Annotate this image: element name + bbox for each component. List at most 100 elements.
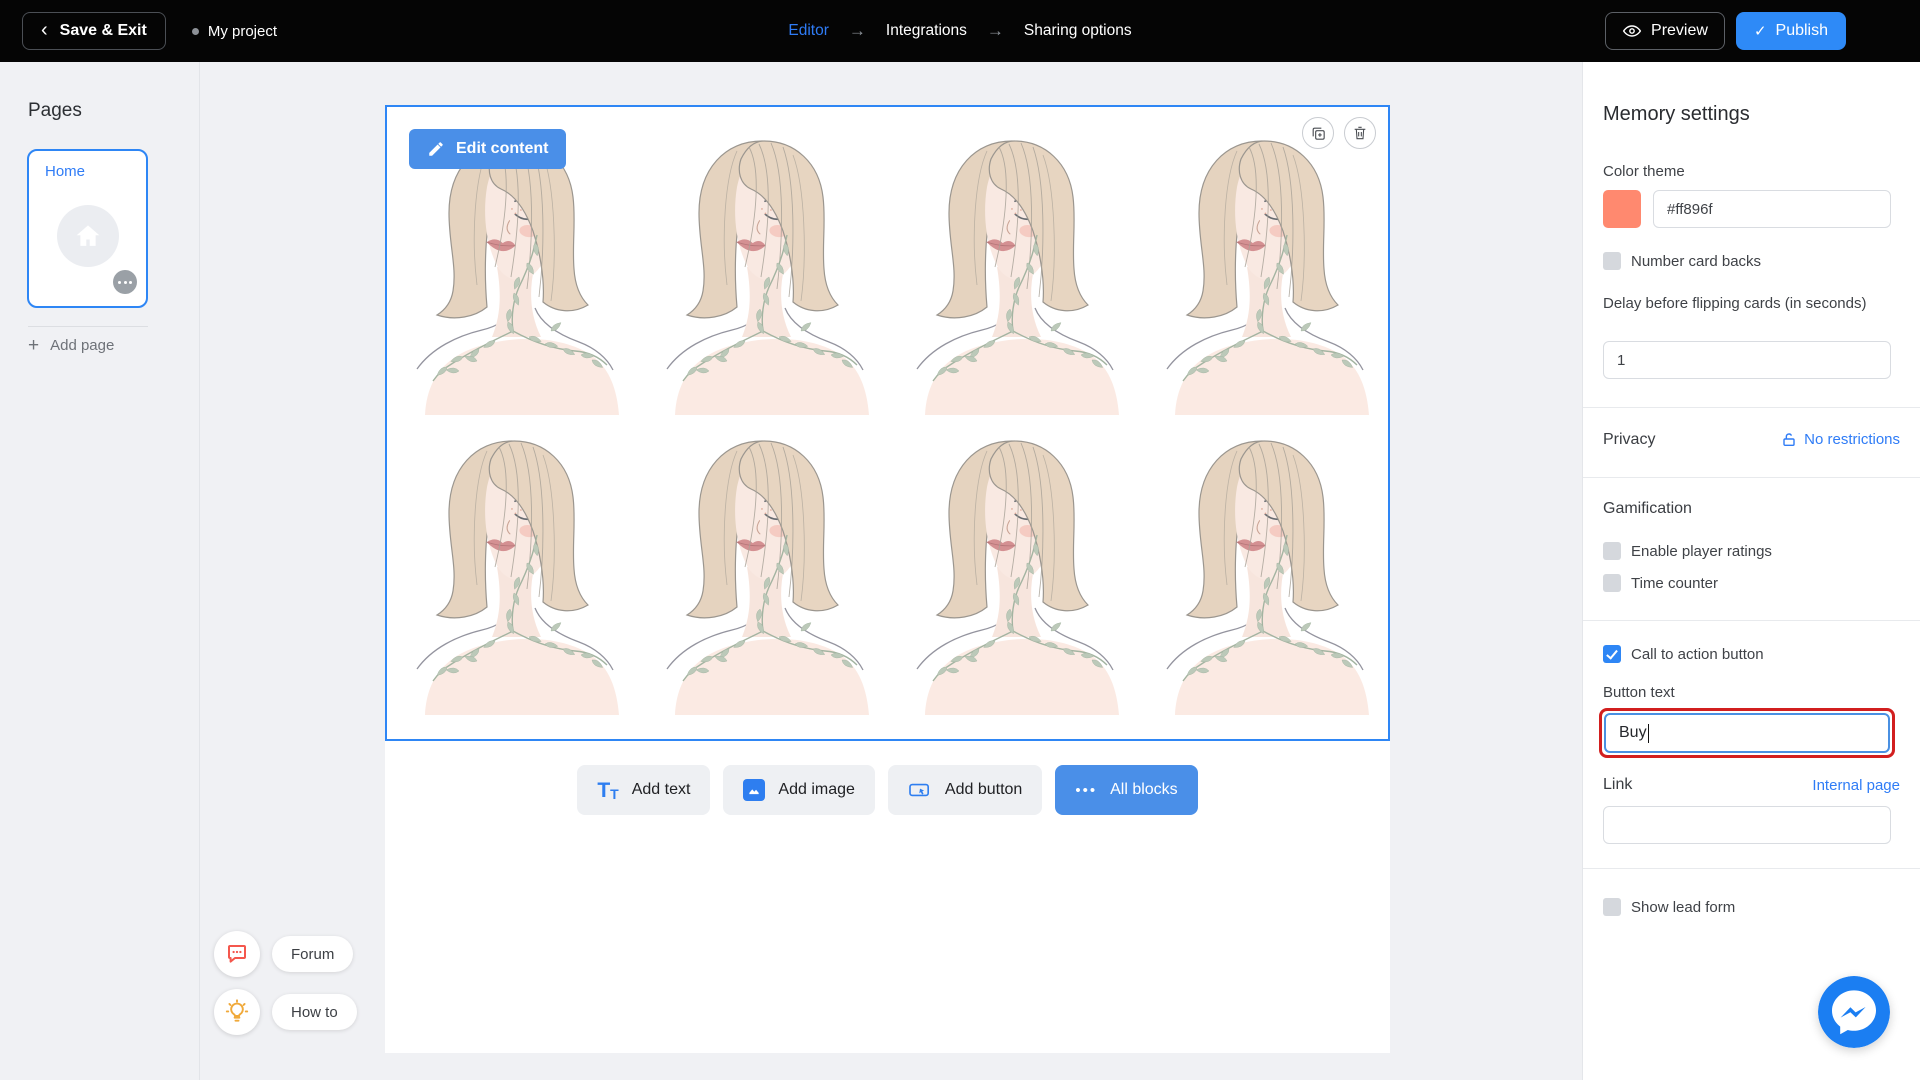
player-ratings-row: Enable player ratings — [1603, 542, 1772, 560]
number-card-backs-row: Number card backs — [1603, 252, 1761, 270]
how-to-button[interactable] — [214, 989, 260, 1035]
link-input[interactable] — [1603, 806, 1891, 844]
forum-button[interactable] — [214, 931, 260, 977]
memory-card-image[interactable] — [387, 417, 637, 717]
privacy-link-label: No restrictions — [1804, 431, 1900, 448]
color-theme-input[interactable] — [1653, 190, 1891, 228]
memory-settings-panel: Memory settings Color theme Number card … — [1582, 62, 1920, 1080]
delay-label: Delay before flipping cards (in seconds) — [1603, 295, 1867, 312]
memory-card-image[interactable] — [637, 417, 887, 717]
nav-integrations[interactable]: Integrations — [886, 22, 967, 40]
cta-row: Call to action button — [1603, 645, 1764, 663]
button-text-label: Button text — [1603, 684, 1675, 701]
number-card-backs-label: Number card backs — [1631, 252, 1762, 270]
add-block-toolbar: TT Add text Add image Add button ••• All… — [385, 765, 1390, 815]
nav-sharing-options[interactable]: Sharing options — [1024, 22, 1132, 40]
show-lead-form-checkbox[interactable] — [1603, 898, 1621, 916]
publish-button[interactable]: ✓ Publish — [1735, 12, 1846, 50]
button-text-value: Buy — [1619, 724, 1647, 741]
memory-card-image[interactable] — [887, 117, 1137, 417]
time-counter-label: Time counter — [1631, 574, 1718, 592]
home-icon — [56, 205, 119, 267]
internal-page-link[interactable]: Internal page — [1812, 777, 1900, 794]
project-status-dot-icon — [191, 27, 199, 35]
panel-title: Memory settings — [1603, 103, 1750, 125]
chevron-left-icon: ‹ — [41, 19, 48, 41]
memory-card-image[interactable] — [1137, 117, 1387, 417]
privacy-label: Privacy — [1603, 431, 1656, 448]
show-lead-form-row: Show lead form — [1603, 898, 1735, 916]
player-ratings-label: Enable player ratings — [1631, 542, 1772, 560]
add-button-label: Add button — [944, 781, 1023, 798]
text-caret — [1647, 723, 1650, 743]
link-label: Link — [1603, 776, 1633, 793]
cta-checkbox[interactable] — [1603, 645, 1621, 663]
top-bar: ‹ Save & Exit My project Editor → Integr… — [0, 0, 1920, 62]
check-icon: ✓ — [1753, 23, 1767, 40]
pencil-icon — [429, 142, 443, 156]
time-counter-checkbox[interactable] — [1603, 574, 1621, 592]
arrow-right-icon: → — [848, 21, 866, 40]
add-text-button[interactable]: TT Add text — [577, 765, 711, 815]
pages-sidebar: Pages Home + Add page — [0, 62, 200, 1080]
text-icon: TT — [597, 778, 619, 802]
editor-main-area: Edit content T T Add text Add image Add … — [200, 62, 1582, 1080]
edit-content-label: Edit content — [456, 140, 549, 157]
all-blocks-label: All blocks — [1110, 781, 1178, 798]
save-exit-button[interactable]: ‹ Save & Exit — [22, 12, 166, 50]
memory-card-image[interactable] — [887, 417, 1137, 717]
cta-label: Call to action button — [1631, 645, 1764, 663]
button-text-field-error-outline: Buy — [1599, 708, 1895, 758]
plus-icon: + — [28, 335, 40, 356]
all-blocks-button[interactable]: ••• All blocks — [1055, 765, 1198, 815]
arrow-right-icon: → — [986, 21, 1004, 40]
lightbulb-icon — [225, 999, 249, 1022]
publish-label: Publish — [1775, 22, 1828, 39]
page-canvas: Edit content T T Add text Add image Add … — [385, 105, 1390, 1053]
project-name[interactable]: My project — [191, 22, 278, 40]
how-to-label-pill[interactable]: How to — [272, 994, 357, 1030]
color-theme-swatch[interactable] — [1603, 190, 1641, 228]
sidebar-divider — [28, 326, 148, 327]
messenger-chat-button[interactable] — [1818, 976, 1890, 1048]
memory-card-image[interactable] — [1137, 417, 1387, 717]
add-image-button[interactable]: Add image — [723, 765, 875, 815]
gamification-title: Gamification — [1603, 500, 1692, 517]
project-name-label: My project — [207, 22, 278, 40]
forum-label-pill[interactable]: Forum — [272, 936, 354, 972]
duplicate-block-button[interactable] — [1302, 117, 1334, 149]
divider — [1583, 620, 1920, 621]
show-lead-form-label: Show lead form — [1631, 898, 1736, 916]
page-name-label: Home — [45, 163, 86, 180]
preview-button[interactable]: Preview — [1605, 12, 1725, 50]
add-page-button[interactable]: + Add page — [28, 336, 114, 355]
blocks-icon: ••• — [1075, 781, 1098, 799]
button-icon — [909, 783, 929, 797]
memory-game-block[interactable]: Edit content — [385, 105, 1390, 741]
open-lock-icon — [1783, 432, 1795, 446]
memory-card-image[interactable] — [637, 117, 887, 417]
delay-input[interactable] — [1603, 341, 1891, 379]
add-text-label: Add text — [631, 781, 691, 798]
divider — [1583, 868, 1920, 869]
number-card-backs-checkbox[interactable] — [1603, 252, 1621, 270]
page-options-button[interactable] — [113, 270, 137, 294]
button-text-input[interactable]: Buy — [1604, 713, 1890, 753]
delete-block-button[interactable] — [1344, 117, 1376, 149]
add-button-button[interactable]: Add button — [887, 765, 1043, 815]
privacy-link[interactable]: No restrictions — [1781, 431, 1900, 448]
color-theme-label: Color theme — [1603, 163, 1685, 180]
memory-cards-grid — [387, 117, 1387, 717]
nav-editor[interactable]: Editor — [788, 22, 829, 40]
divider — [1583, 477, 1920, 478]
chat-bubble-icon — [228, 945, 246, 963]
trash-icon — [1354, 126, 1366, 140]
forum-label: Forum — [291, 945, 335, 963]
save-exit-label: Save & Exit — [59, 22, 147, 39]
page-card-home[interactable]: Home — [27, 149, 148, 308]
edit-content-button[interactable]: Edit content — [409, 129, 567, 169]
pages-title: Pages — [28, 100, 82, 121]
add-page-label: Add page — [50, 337, 115, 354]
player-ratings-checkbox[interactable] — [1603, 542, 1621, 560]
time-counter-row: Time counter — [1603, 574, 1718, 592]
